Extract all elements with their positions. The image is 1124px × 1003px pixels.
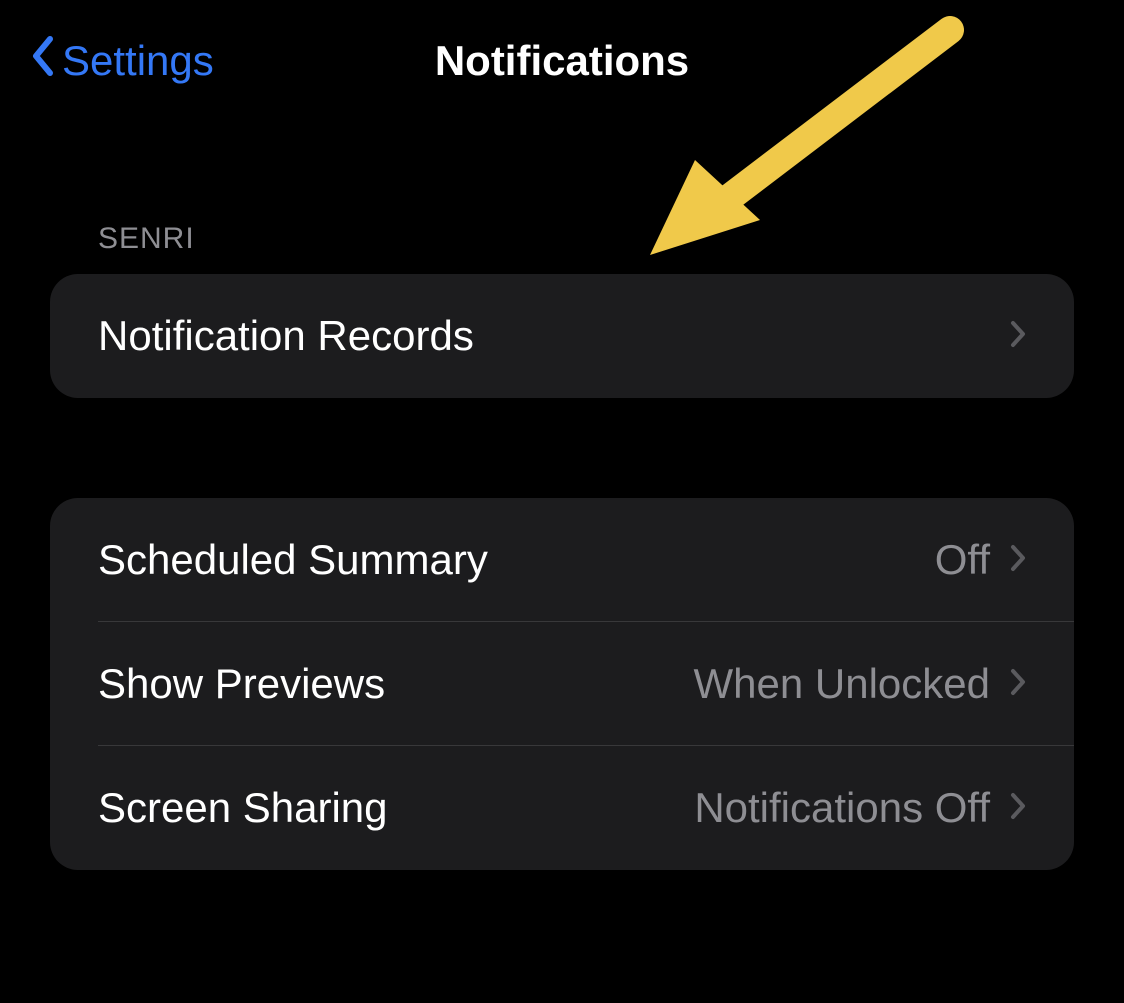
row-notification-records[interactable]: Notification Records xyxy=(50,274,1074,398)
row-label: Screen Sharing xyxy=(98,784,388,832)
page-title: Notifications xyxy=(435,37,689,85)
chevron-right-icon xyxy=(1010,320,1026,353)
row-value: Notifications Off xyxy=(694,784,990,832)
row-label: Notification Records xyxy=(98,312,474,360)
chevron-right-icon xyxy=(1010,792,1026,825)
back-button[interactable]: Settings xyxy=(30,35,214,87)
row-scheduled-summary[interactable]: Scheduled Summary Off xyxy=(50,498,1074,622)
nav-header: Settings Notifications xyxy=(0,0,1124,122)
section-group-senri: Notification Records xyxy=(50,274,1074,398)
chevron-left-icon xyxy=(30,35,54,87)
row-show-previews[interactable]: Show Previews When Unlocked xyxy=(50,622,1074,746)
section-header-senri: SENRI xyxy=(50,122,1074,274)
chevron-right-icon xyxy=(1010,668,1026,701)
row-right: Off xyxy=(935,536,1026,584)
row-value: Off xyxy=(935,536,990,584)
row-label: Show Previews xyxy=(98,660,385,708)
row-label: Scheduled Summary xyxy=(98,536,488,584)
row-screen-sharing[interactable]: Screen Sharing Notifications Off xyxy=(50,746,1074,870)
row-right: When Unlocked xyxy=(694,660,1026,708)
back-label: Settings xyxy=(62,37,214,85)
section-group-settings: Scheduled Summary Off Show Previews When… xyxy=(50,498,1074,870)
chevron-right-icon xyxy=(1010,544,1026,577)
row-right: Notifications Off xyxy=(694,784,1026,832)
row-right xyxy=(1010,320,1026,353)
row-value: When Unlocked xyxy=(694,660,990,708)
